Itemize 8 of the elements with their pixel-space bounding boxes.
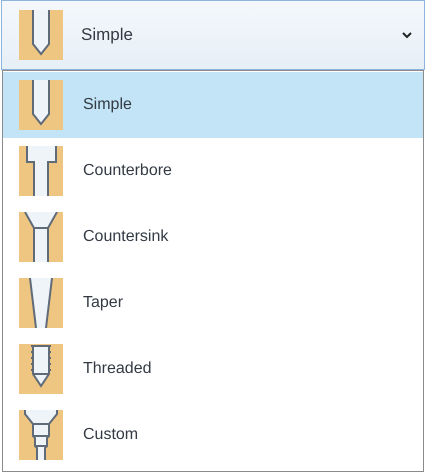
dropdown-option[interactable]: Custom [3, 402, 423, 468]
dropdown-option[interactable]: Simple [3, 72, 423, 138]
dropdown-option[interactable]: Counterbore [3, 138, 423, 204]
dropdown-option[interactable]: Countersink [3, 204, 423, 270]
selected-value: Simple [81, 24, 134, 46]
dropdown-option[interactable]: Threaded [3, 336, 423, 402]
dropdown-option[interactable]: Taper [3, 270, 423, 336]
hole-type-dropdown[interactable]: Simple [1, 0, 425, 70]
